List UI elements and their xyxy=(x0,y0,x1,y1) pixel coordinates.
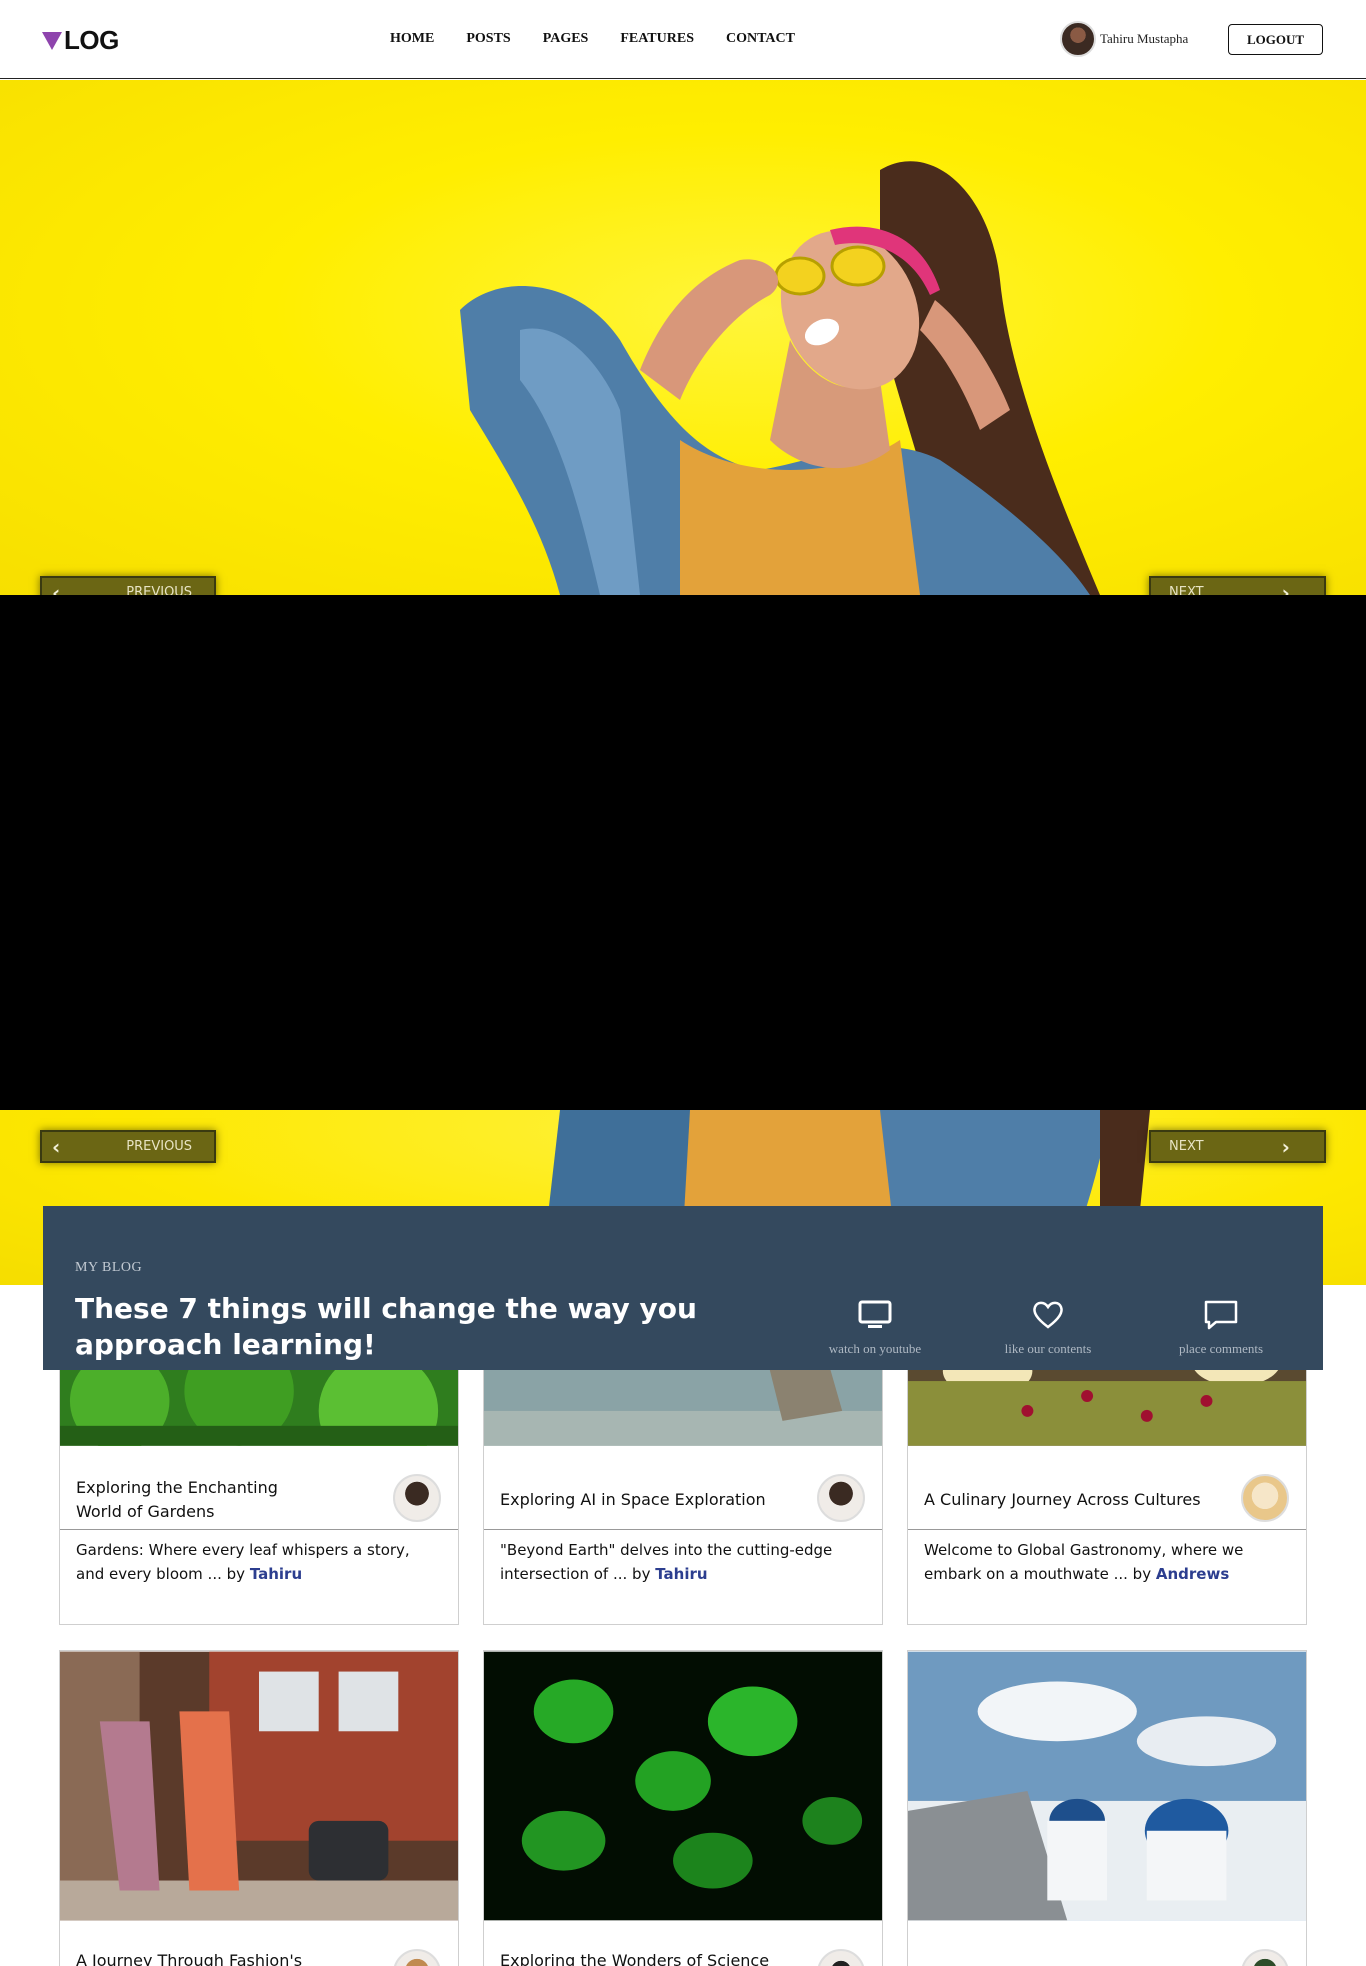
card-divider xyxy=(484,1529,882,1530)
like-contents-action[interactable]: like our contents xyxy=(973,1300,1123,1357)
post-card-1[interactable]: Exploring the Enchanting World of Garden… xyxy=(59,1340,459,1625)
author-avatar xyxy=(817,1474,865,1522)
card-divider xyxy=(908,1529,1306,1530)
top-navbar: LOG HOME POSTS PAGES FEATURES CONTACT Ta… xyxy=(0,0,1366,79)
slider-next-label: NEXT xyxy=(1169,1139,1204,1154)
user-profile[interactable]: Tahiru Mustapha xyxy=(1060,21,1188,57)
post-image-jellyfish xyxy=(484,1651,882,1921)
logo-text: LOG xyxy=(64,25,119,55)
comment-icon xyxy=(1204,1300,1238,1330)
blog-banner: MY BLOG These 7 things will change the w… xyxy=(43,1206,1323,1370)
user-name: Tahiru Mustapha xyxy=(1100,31,1189,46)
slider-prev-label: PREVIOUS xyxy=(126,1139,193,1154)
post-image-fashion xyxy=(60,1651,458,1921)
watch-youtube-label: watch on youtube xyxy=(828,1341,922,1356)
chevron-left-icon: ‹ xyxy=(52,580,61,596)
author-avatar xyxy=(393,1949,441,1966)
post-excerpt: Welcome to Global Gastronomy, where we e… xyxy=(924,1538,1284,1586)
author-avatar xyxy=(393,1474,441,1522)
post-card-4[interactable]: A Journey Through Fashion's Timeless xyxy=(59,1650,459,1966)
post-card-5[interactable]: Exploring the Wonders of Science and xyxy=(483,1650,883,1966)
post-title[interactable]: Exploring the Wonders of Science and xyxy=(500,1949,800,1966)
post-excerpt: "Beyond Earth" delves into the cutting-e… xyxy=(500,1538,860,1586)
post-title[interactable]: Exploring AI in Space Exploration xyxy=(500,1488,800,1512)
post-card-2[interactable]: Exploring AI in Space Exploration "Beyon… xyxy=(483,1340,883,1625)
nav-item-home[interactable]: HOME xyxy=(390,31,434,47)
nav-item-contact[interactable]: CONTACT xyxy=(726,31,795,47)
main-nav: HOME POSTS PAGES FEATURES CONTACT xyxy=(390,31,827,47)
post-author-link[interactable]: Andrews xyxy=(1156,1565,1229,1583)
slider-next-button[interactable]: NEXT › xyxy=(1149,1130,1326,1163)
post-card-3[interactable]: A Culinary Journey Across Cultures Welco… xyxy=(907,1340,1307,1625)
nav-item-pages[interactable]: PAGES xyxy=(543,31,589,47)
slider-prev-label: PREVIOUS xyxy=(126,585,193,595)
heart-icon xyxy=(1033,1301,1063,1329)
post-title[interactable]: Exploring the Enchanting World of Garden… xyxy=(76,1476,326,1524)
site-logo[interactable]: LOG xyxy=(42,25,119,56)
like-contents-label: like our contents xyxy=(1004,1341,1092,1356)
post-excerpt-text: Gardens: Where every leaf whispers a sto… xyxy=(76,1541,410,1583)
place-comments-label: place comments xyxy=(1178,1341,1264,1356)
chevron-right-icon: › xyxy=(1281,580,1290,596)
place-comments-action[interactable]: place comments xyxy=(1146,1300,1296,1357)
post-author-link[interactable]: Tahiru xyxy=(655,1565,707,1583)
chevron-left-icon: ‹ xyxy=(52,1134,61,1159)
chevron-right-icon: › xyxy=(1281,1134,1290,1159)
card-divider xyxy=(60,1529,458,1530)
slider-prev-button-top[interactable]: ‹ PREVIOUS xyxy=(40,576,216,595)
post-title[interactable]: A Culinary Journey Across Cultures xyxy=(924,1488,1224,1512)
monitor-icon xyxy=(858,1300,892,1328)
author-avatar xyxy=(1241,1474,1289,1522)
slider-next-label: NEXT xyxy=(1169,585,1204,595)
post-author-link[interactable]: Tahiru xyxy=(250,1565,302,1583)
post-card-6[interactable] xyxy=(907,1650,1307,1966)
hero-photo-illustration xyxy=(460,161,1100,595)
post-excerpt: Gardens: Where every leaf whispers a sto… xyxy=(76,1538,436,1586)
post-image-santorini xyxy=(908,1651,1306,1921)
logo-triangle-icon xyxy=(42,31,62,50)
nav-item-features[interactable]: FEATURES xyxy=(620,31,694,47)
media-placeholder xyxy=(0,595,1366,1110)
author-avatar xyxy=(1241,1949,1289,1966)
user-avatar xyxy=(1060,21,1096,57)
slider-prev-button[interactable]: ‹ PREVIOUS xyxy=(40,1130,216,1163)
watch-youtube-action[interactable]: watch on youtube xyxy=(800,1300,950,1357)
author-avatar xyxy=(817,1949,865,1966)
banner-tag: MY BLOG xyxy=(75,1260,143,1275)
hero-slide-image: ‹ PREVIOUS NEXT › xyxy=(0,80,1366,595)
logout-button[interactable]: LOGOUT xyxy=(1228,24,1323,55)
slider-next-button-top[interactable]: NEXT › xyxy=(1149,576,1326,595)
nav-item-posts[interactable]: POSTS xyxy=(466,31,510,47)
banner-title: These 7 things will change the way you a… xyxy=(75,1292,697,1361)
post-title[interactable]: A Journey Through Fashion's Timeless xyxy=(76,1949,376,1966)
